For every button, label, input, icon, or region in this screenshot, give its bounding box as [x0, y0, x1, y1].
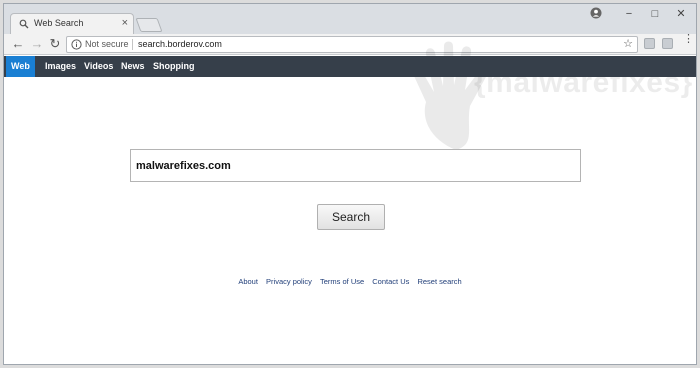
tab-title: Web Search — [34, 18, 84, 28]
browser-toolbar: ← → ↻ Not secure search.borderov.com ☆ ⋮ — [4, 34, 696, 55]
footer-links: About Privacy policy Terms of Use Contac… — [4, 277, 696, 286]
nav-news[interactable]: News — [116, 56, 150, 77]
search-input[interactable] — [130, 149, 581, 182]
extension-icon-2[interactable] — [662, 38, 673, 49]
nav-images[interactable]: Images — [40, 56, 81, 77]
nav-web[interactable]: Web — [6, 56, 35, 77]
search-nav-bar: Web Images Videos News Shopping — [4, 56, 696, 77]
footer-link-terms[interactable]: Terms of Use — [320, 277, 364, 286]
reload-button[interactable]: ↻ — [47, 36, 63, 52]
browser-window: Web Search × − □ ✕ ← → ↻ Not secure sear… — [3, 3, 697, 365]
account-icon[interactable] — [590, 7, 602, 19]
footer-link-reset[interactable]: Reset search — [417, 277, 461, 286]
footer-link-about[interactable]: About — [238, 277, 258, 286]
footer-link-contact[interactable]: Contact Us — [372, 277, 409, 286]
nav-shopping[interactable]: Shopping — [148, 56, 200, 77]
star-icon[interactable]: ☆ — [623, 37, 633, 50]
info-icon[interactable] — [71, 39, 82, 50]
search-button[interactable]: Search — [317, 204, 385, 230]
footer-link-privacy[interactable]: Privacy policy — [266, 277, 312, 286]
security-label: Not secure — [85, 39, 129, 49]
tab-strip: Web Search × − □ ✕ — [4, 4, 696, 35]
back-button[interactable]: ← — [10, 36, 26, 52]
tab-web-search[interactable]: Web Search × — [10, 13, 134, 35]
extension-icon[interactable] — [644, 38, 655, 49]
search-icon — [19, 19, 29, 29]
menu-icon[interactable]: ⋮ — [683, 34, 694, 45]
address-divider — [132, 39, 133, 50]
address-bar[interactable]: Not secure search.borderov.com ☆ — [66, 36, 638, 53]
minimize-button[interactable]: − — [616, 5, 642, 23]
maximize-button[interactable]: □ — [642, 5, 668, 23]
url-text[interactable]: search.borderov.com — [138, 39, 222, 49]
close-window-button[interactable]: ✕ — [668, 5, 694, 23]
tab-close-icon[interactable]: × — [122, 17, 128, 29]
forward-button[interactable]: → — [29, 36, 45, 52]
new-tab-button[interactable] — [135, 18, 163, 32]
nav-videos[interactable]: Videos — [79, 56, 118, 77]
